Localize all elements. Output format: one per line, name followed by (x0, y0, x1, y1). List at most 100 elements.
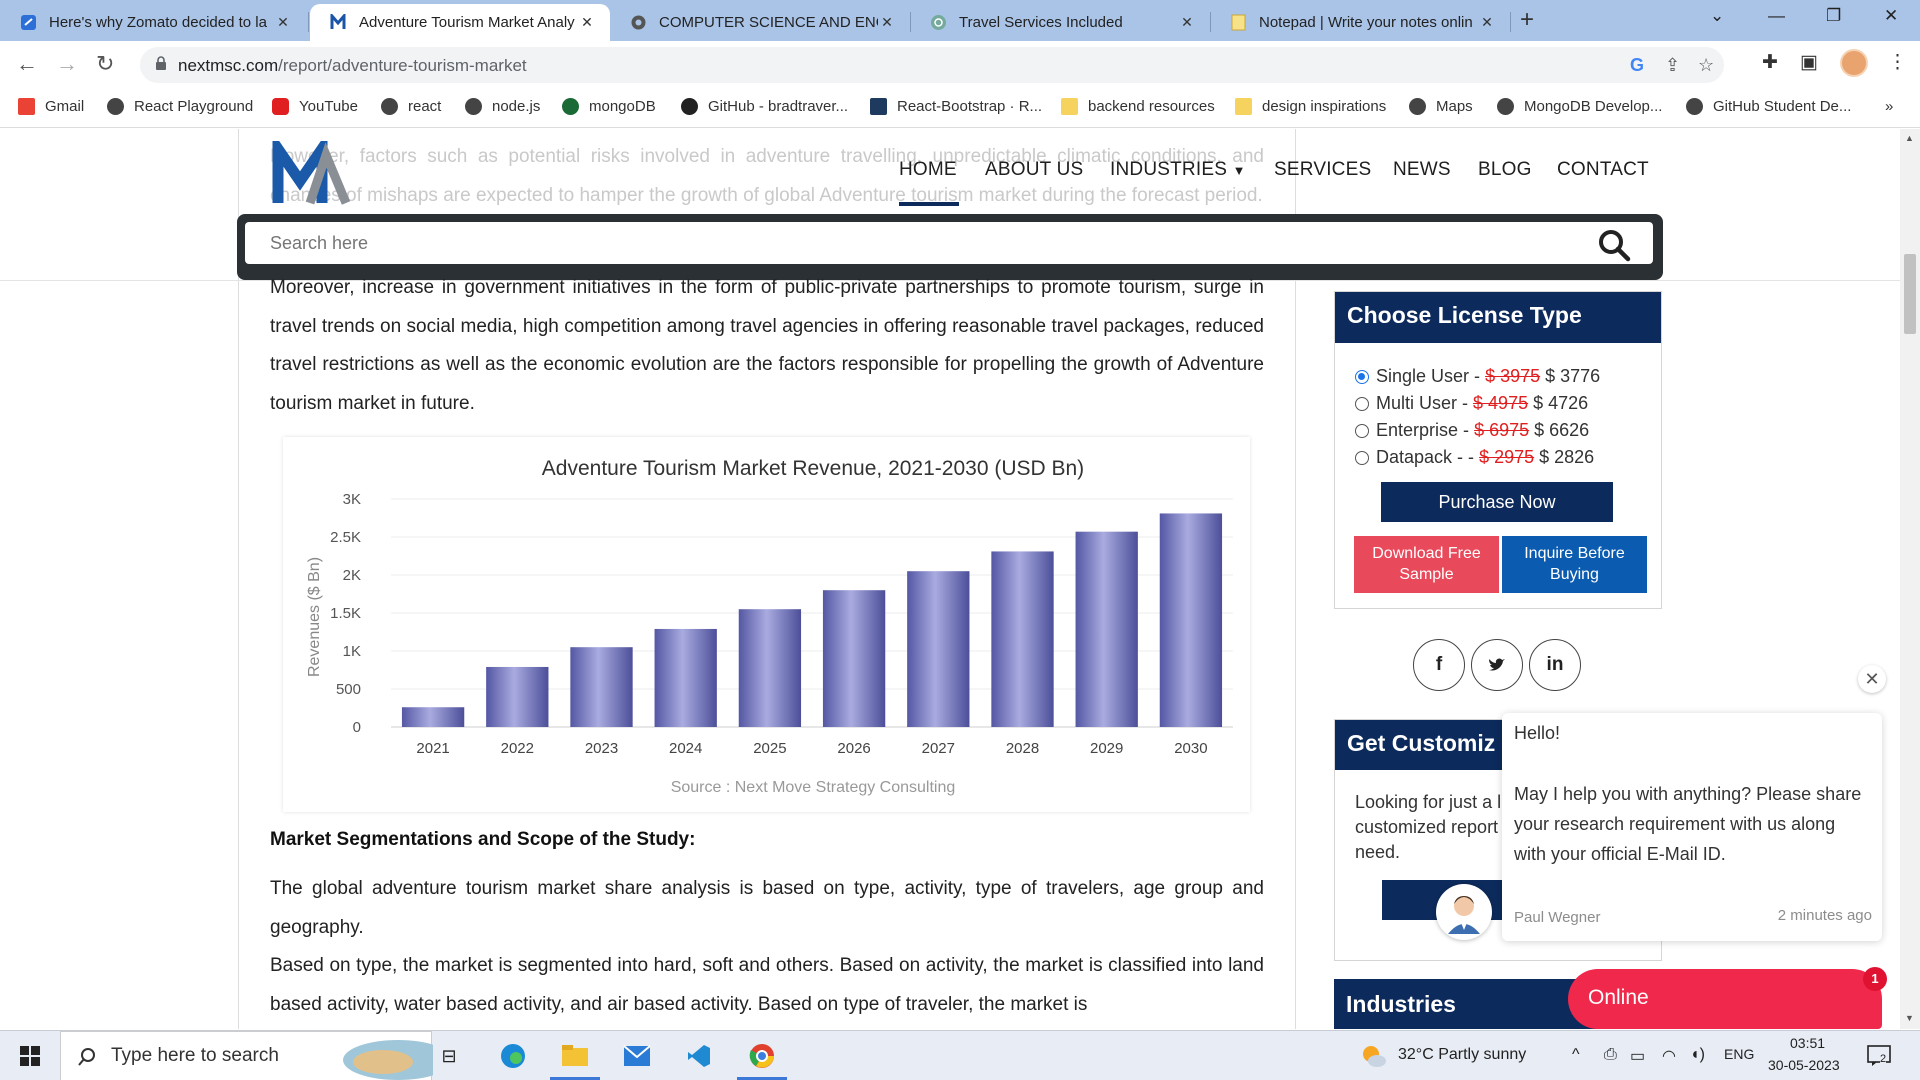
language-indicator[interactable]: ENG (1724, 1046, 1754, 1062)
bookmark-maps[interactable]: Maps (1409, 98, 1473, 115)
meet-now-icon[interactable]: ⎙ (1604, 1046, 1617, 1064)
download-sample-button[interactable]: Download Free Sample (1354, 536, 1499, 593)
forward-icon[interactable]: → (56, 51, 78, 77)
vscode-icon[interactable] (682, 1039, 716, 1073)
chart-y-axis-label: Revenues ($ Bn) (306, 557, 323, 677)
new-tab-icon[interactable]: + (1520, 6, 1534, 34)
tab-computer-science[interactable]: COMPUTER SCIENCE AND ENGIN ✕ (610, 4, 910, 41)
address-bar[interactable]: nextmsc.com/report/adventure-tourism-mar… (140, 47, 1724, 83)
close-tab-icon[interactable]: ✕ (578, 14, 596, 31)
tab-zomato[interactable]: Here's why Zomato decided to la ✕ (0, 4, 306, 41)
bookmark-react-bootstrap[interactable]: React-Bootstrap · R... (870, 98, 1042, 115)
battery-icon[interactable]: ▭ (1630, 1046, 1645, 1066)
nav-industries-label: INDUSTRIES (1110, 159, 1228, 180)
bookmark-github[interactable]: GitHub - bradtraver... (681, 98, 848, 115)
license-datapack[interactable]: Datapack - - $ 2975 $ 2826 (1355, 447, 1594, 468)
bookmark-react-playground[interactable]: React Playground (107, 98, 253, 115)
chat-message: May I help you with anything? Please sha… (1514, 784, 1862, 864)
nav-news[interactable]: NEWS (1393, 159, 1451, 181)
bookmark-label: YouTube (299, 98, 358, 115)
volume-icon[interactable]: ◖) (1690, 1046, 1705, 1064)
price: $ 4726 (1533, 393, 1589, 413)
close-tab-icon[interactable]: ✕ (1478, 14, 1496, 31)
weather-icon[interactable] (1356, 1039, 1390, 1073)
chat-popup[interactable]: Hello! May I help you with anything? Ple… (1502, 713, 1882, 941)
bookmark-design-inspirations[interactable]: design inspirations (1235, 98, 1386, 115)
license-single-user[interactable]: Single User - $ 3975 $ 3776 (1355, 366, 1600, 387)
close-window-icon[interactable]: ✕ (1884, 6, 1898, 26)
file-explorer-icon[interactable] (558, 1039, 592, 1073)
close-tab-icon[interactable]: ✕ (1178, 14, 1196, 31)
bookmark-youtube[interactable]: YouTube (272, 98, 358, 115)
mail-icon[interactable] (620, 1039, 654, 1073)
chat-online-button[interactable]: Online (1568, 969, 1882, 1029)
bookmark-star-icon[interactable]: ☆ (1698, 55, 1714, 76)
bookmark-github-student[interactable]: GitHub Student De... (1686, 98, 1851, 115)
old-price: $ 4975 (1473, 393, 1529, 413)
scroll-up-icon[interactable]: ▲ (1905, 133, 1914, 143)
close-tab-icon[interactable]: ✕ (878, 14, 896, 31)
radio-unselected[interactable] (1355, 450, 1369, 465)
chat-greeting: Hello! (1514, 723, 1561, 743)
old-price: $ 6975 (1474, 420, 1530, 440)
nav-blog[interactable]: BLOG (1478, 159, 1532, 181)
nav-about-us[interactable]: ABOUT US (985, 159, 1083, 181)
clock-date[interactable]: 30-05-2023 (1768, 1057, 1840, 1073)
notepad-icon (1230, 14, 1247, 31)
scrollbar-thumb[interactable] (1904, 254, 1916, 334)
wifi-icon[interactable]: ◠ (1662, 1046, 1676, 1066)
profile-avatar[interactable] (1840, 49, 1868, 77)
edge-icon[interactable] (496, 1039, 530, 1073)
task-view-icon[interactable]: ⊟ (432, 1039, 466, 1073)
notifications-icon[interactable] (1862, 1039, 1896, 1073)
radio-unselected[interactable] (1355, 396, 1369, 411)
google-icon[interactable]: G (1630, 55, 1644, 76)
weather-text[interactable]: 32°C Partly sunny (1398, 1046, 1526, 1064)
inquire-button[interactable]: Inquire Before Buying (1502, 536, 1647, 593)
bookmark-react[interactable]: react (381, 98, 441, 115)
minimize-icon[interactable]: — (1768, 6, 1785, 26)
search-icon[interactable] (1597, 228, 1631, 262)
nav-industries[interactable]: INDUSTRIES ▼ (1110, 159, 1246, 181)
more-bookmarks-icon[interactable]: » (1885, 98, 1893, 115)
chrome-icon[interactable] (745, 1039, 779, 1073)
share-icon[interactable]: ⇪ (1665, 55, 1680, 76)
facebook-icon[interactable]: f (1413, 639, 1465, 691)
radio-selected[interactable] (1355, 369, 1369, 384)
radio-unselected[interactable] (1355, 423, 1369, 438)
tab-adventure-tourism[interactable]: Adventure Tourism Market Analy ✕ (310, 4, 610, 41)
close-tab-icon[interactable]: ✕ (274, 14, 292, 31)
tab-search-icon[interactable]: ⌄ (1710, 6, 1724, 26)
nav-home[interactable]: HOME (899, 159, 957, 181)
purchase-now-button[interactable]: Purchase Now (1381, 482, 1613, 522)
nav-services[interactable]: SERVICES (1274, 159, 1371, 181)
page-scrollbar[interactable]: ▲ ▼ (1900, 129, 1920, 1029)
side-panel-icon[interactable]: ▣ (1800, 51, 1818, 74)
search-input[interactable] (245, 222, 1653, 264)
bookmark-gmail[interactable]: Gmail (18, 98, 84, 115)
clock-time[interactable]: 03:51 (1790, 1035, 1825, 1051)
linkedin-icon[interactable]: in (1529, 639, 1581, 691)
nav-contact[interactable]: CONTACT (1557, 159, 1649, 181)
taskbar-search[interactable]: Type here to search (60, 1031, 433, 1080)
twitter-icon[interactable] (1471, 639, 1523, 691)
site-logo[interactable] (272, 141, 352, 207)
license-multi-user[interactable]: Multi User - $ 4975 $ 4726 (1355, 393, 1588, 414)
restore-icon[interactable]: ❐ (1826, 6, 1841, 26)
tab-travel-services[interactable]: Travel Services Included ✕ (910, 4, 1210, 41)
chat-close-icon[interactable]: ✕ (1858, 665, 1886, 693)
bookmark-nodejs[interactable]: node.js (465, 98, 540, 115)
tab-notepad[interactable]: Notepad | Write your notes onlin ✕ (1210, 4, 1510, 41)
extensions-icon[interactable]: ✚ (1762, 51, 1778, 74)
license-enterprise[interactable]: Enterprise - $ 6975 $ 6626 (1355, 420, 1589, 441)
show-hidden-icons[interactable]: ^ (1572, 1046, 1580, 1064)
scroll-down-icon[interactable]: ▼ (1905, 1013, 1914, 1023)
windows-start-icon[interactable] (13, 1039, 47, 1073)
bookmark-mongodb[interactable]: mongoDB (562, 98, 656, 115)
revenue-chart: Adventure Tourism Market Revenue, 2021-2… (283, 437, 1250, 812)
reload-icon[interactable]: ↻ (96, 51, 114, 77)
back-icon[interactable]: ← (16, 51, 38, 77)
bookmark-backend-resources[interactable]: backend resources (1061, 98, 1215, 115)
menu-icon[interactable]: ⋮ (1888, 51, 1907, 74)
bookmark-mongodb-developer[interactable]: MongoDB Develop... (1497, 98, 1662, 115)
